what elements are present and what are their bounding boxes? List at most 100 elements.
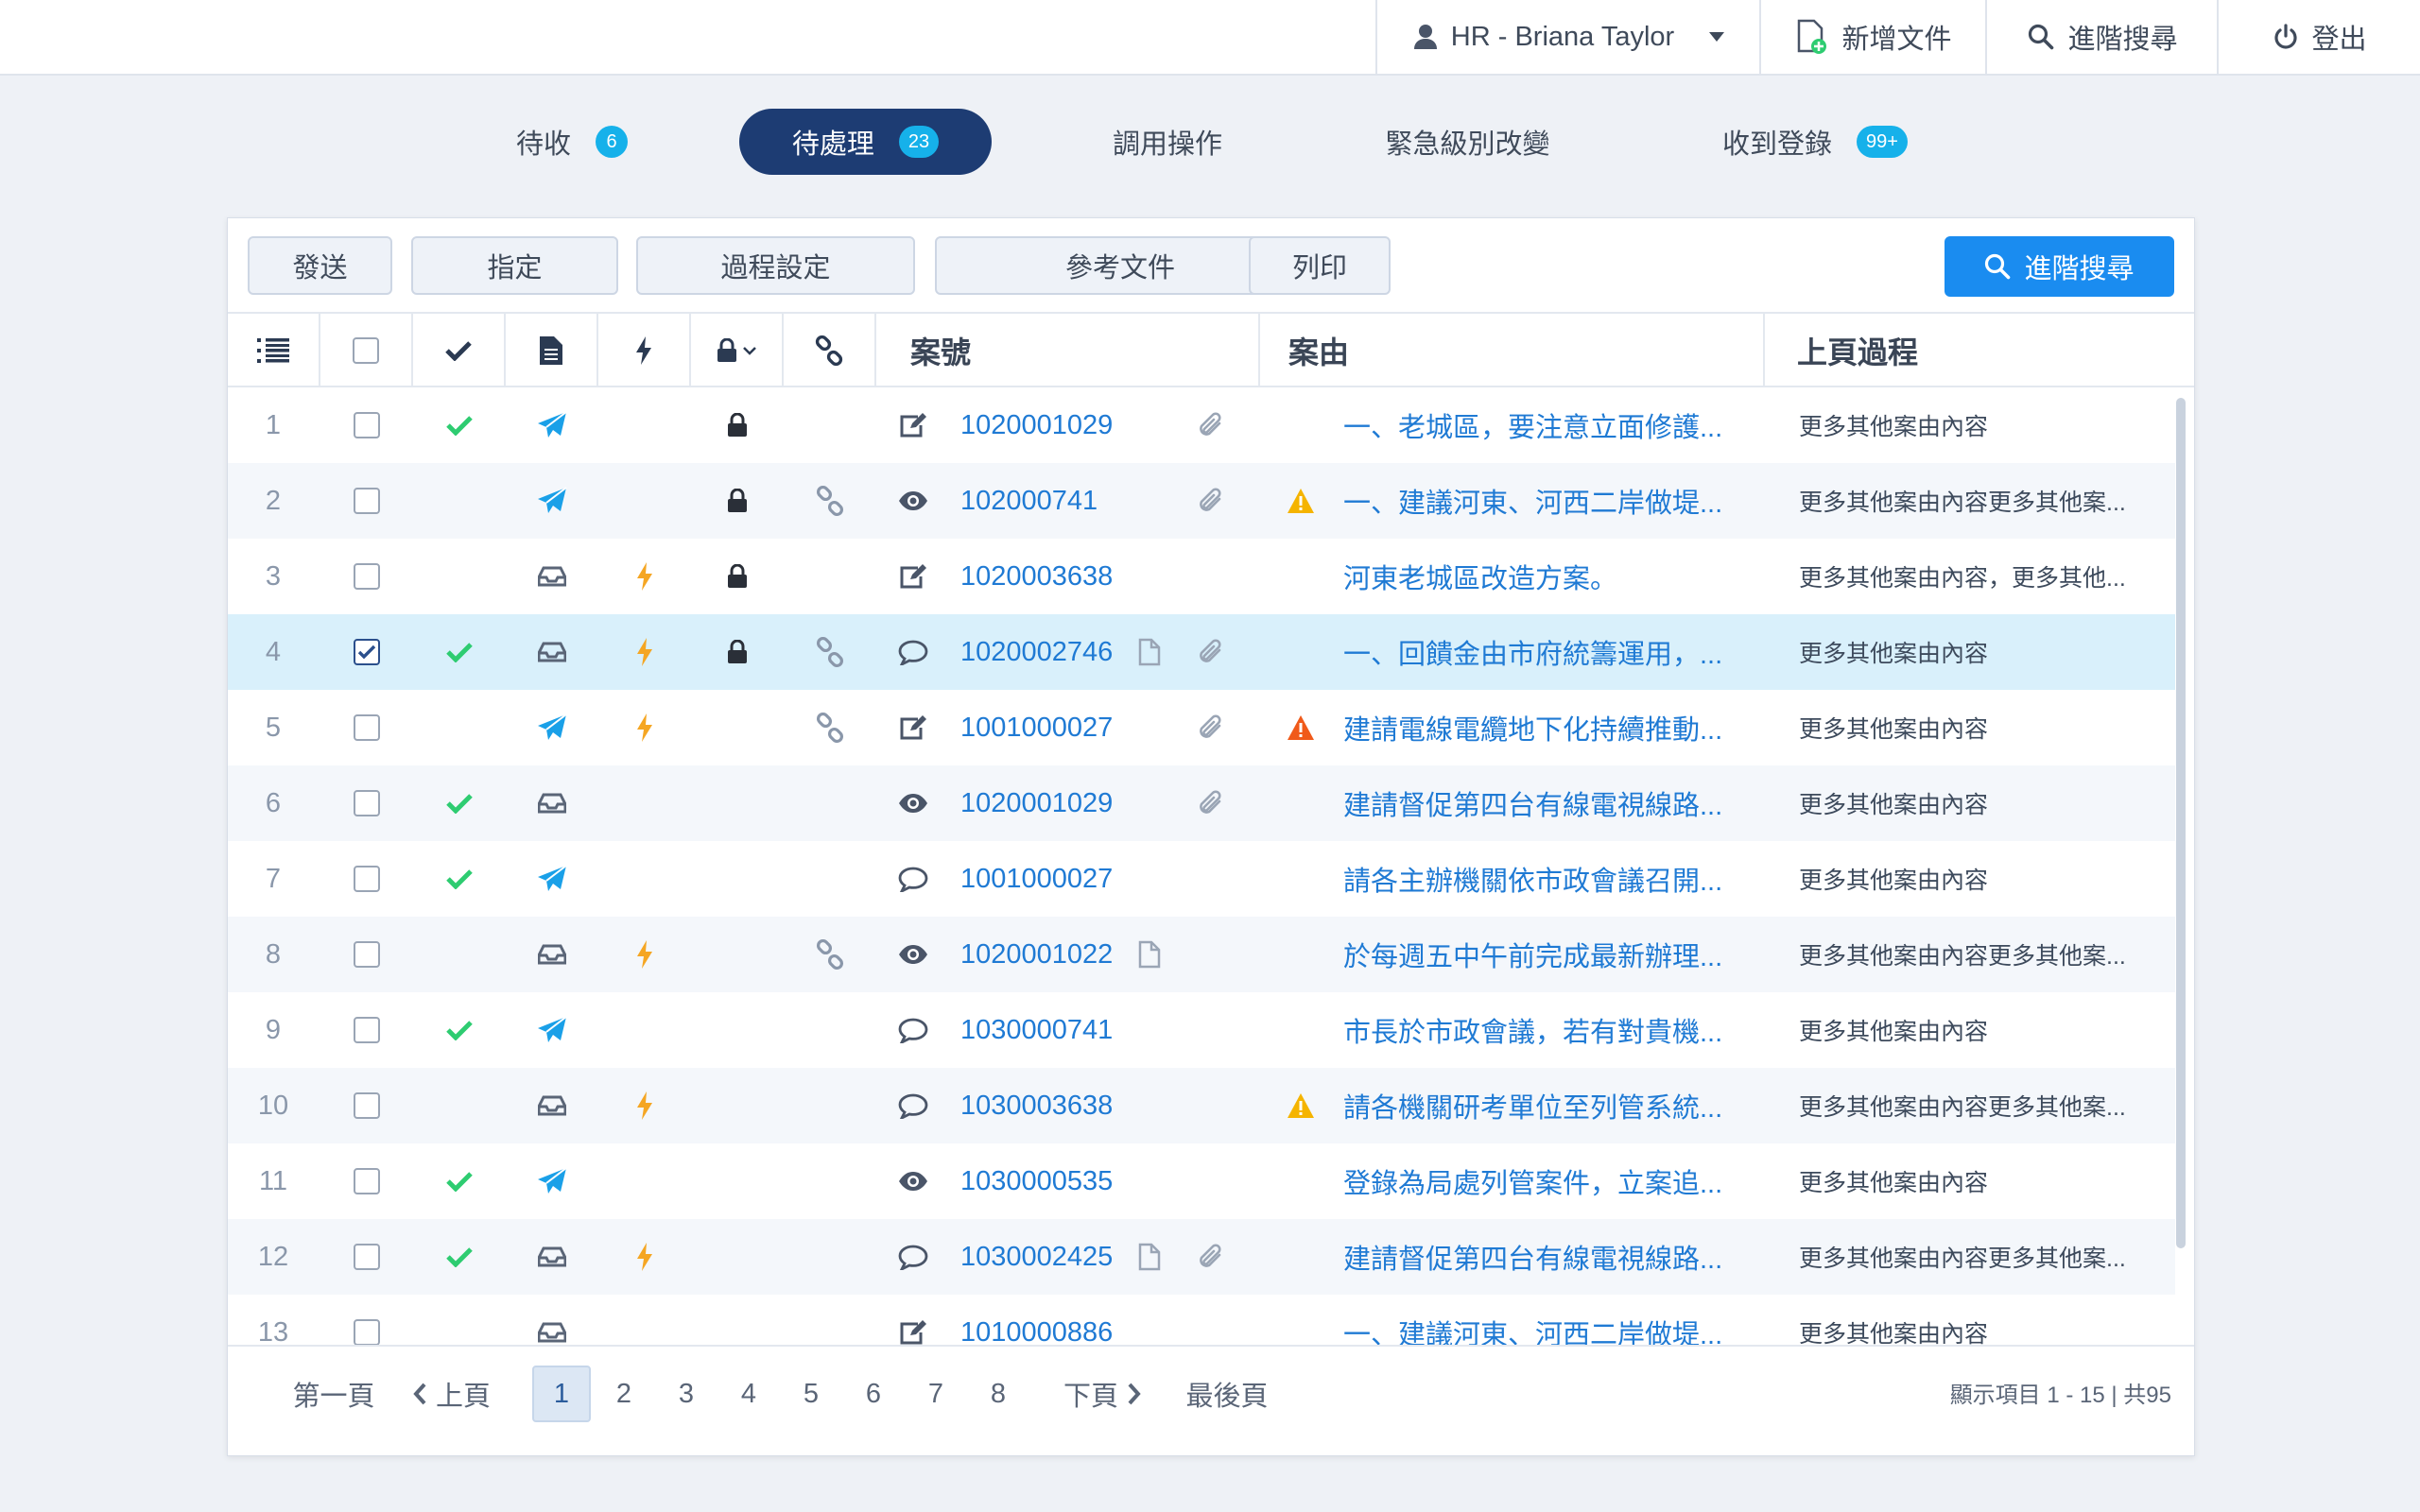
process-settings-button[interactable]: 過程設定 (636, 236, 915, 295)
tab-pending-receive[interactable]: 待收 6 (482, 109, 662, 175)
table-row[interactable]: 8 1020001022 於每週五中午前完成最新辦理... 更多其他案由內容更多其他案… (228, 917, 2175, 992)
link-column-header[interactable] (784, 314, 876, 387)
table-row[interactable]: 9 1030000741 市長於市政會議，若有對貴機... 更多其他案由內容 (228, 992, 2175, 1068)
top-advanced-search-button[interactable]: 進階搜尋 (1985, 0, 2219, 74)
case-number-link[interactable]: 1010000886 (960, 1317, 1113, 1346)
tab-urgency-change[interactable]: 緊急級別改變 (1361, 109, 1574, 175)
case-number-link[interactable]: 1020001022 (960, 939, 1113, 971)
column-menu[interactable] (228, 314, 320, 387)
reason-link[interactable]: 一、回饋金由市府統籌運用，... (1343, 632, 1722, 672)
file-icon (1138, 1243, 1161, 1271)
tab-retrieval-operations[interactable]: 調用操作 (1073, 109, 1262, 175)
row-checkbox[interactable] (354, 1168, 380, 1194)
case-number-link[interactable]: 1020001029 (960, 788, 1113, 819)
table-header: 案號 案由 上頁過程 (228, 312, 2194, 387)
page-number-button[interactable]: 5 (782, 1366, 840, 1422)
reason-link[interactable]: 市長於市政會議，若有對貴機... (1343, 1010, 1722, 1050)
list-ordered-icon (257, 338, 289, 363)
case-number-link[interactable]: 1030002425 (960, 1242, 1113, 1273)
prev-page-button[interactable]: 上頁 (400, 1366, 504, 1422)
table-row[interactable]: 5 1001000027 建請電線電纜地下化持續推動... 更多其他案由內容 (228, 690, 2175, 765)
page-number-button[interactable]: 8 (969, 1366, 1028, 1422)
row-number: 4 (265, 636, 282, 667)
table-row[interactable]: 13 1010000886 一、建議河東、河西二岸做堤... 更多其他案由內容 (228, 1295, 2175, 1345)
table-row[interactable]: 10 1030003638 請各機關研考單位至列管系統... 更多其他案由內容更多其他… (228, 1068, 2175, 1143)
lock-column-header[interactable] (691, 314, 784, 387)
row-checkbox[interactable] (354, 941, 380, 968)
reason-link[interactable]: 一、老城區，要注意立面修護... (1343, 405, 1722, 445)
previous-process-text: 更多其他案由內容更多其他案... (1799, 943, 2126, 970)
send-button[interactable]: 發送 (248, 236, 392, 295)
case-number-link[interactable]: 1001000027 (960, 713, 1113, 744)
assign-button[interactable]: 指定 (411, 236, 618, 295)
table-row[interactable]: 6 1020001029 建請督促第四台有線電視線路... 更多其他案由內容 (228, 765, 2175, 841)
case-number-link[interactable]: 1030000535 (960, 1166, 1113, 1197)
reason-link[interactable]: 請各主辦機關依市政會議召開... (1343, 859, 1722, 899)
row-checkbox[interactable] (354, 866, 380, 892)
comment-icon (898, 1245, 928, 1270)
case-number-link[interactable]: 1001000027 (960, 864, 1113, 895)
last-page-button[interactable]: 最後頁 (1183, 1366, 1271, 1422)
reason-link[interactable]: 河東老城區改造方案。 (1343, 557, 1617, 596)
table-row[interactable]: 3 1020003638 河東老城區改造方案。 更多其他案由內容，更多其他... (228, 539, 2175, 614)
case-number-link[interactable]: 1020002746 (960, 637, 1113, 668)
reason-link[interactable]: 請各機關研考單位至列管系統... (1343, 1086, 1722, 1125)
row-checkbox[interactable] (354, 1319, 380, 1345)
table-row[interactable]: 7 1001000027 請各主辦機關依市政會議召開... 更多其他案由內容 (228, 841, 2175, 917)
table-row[interactable]: 2 102000741 一、建議河東、河西二岸做堤... 更多其他案由內容更多其他案.… (228, 463, 2175, 539)
inbox-icon (538, 642, 566, 662)
tab-received-registration[interactable]: 收到登錄 99+ (1678, 109, 1952, 175)
table-row[interactable]: 1 1020001029 一、老城區，要注意立面修護... 更多其他案由內容 (228, 387, 2175, 463)
page-number-button[interactable]: 2 (595, 1366, 653, 1422)
row-checkbox[interactable] (354, 563, 380, 590)
check-icon (446, 794, 473, 814)
reason-link[interactable]: 登錄為局處列管案件，立案追... (1343, 1161, 1722, 1201)
page-number-button[interactable]: 7 (907, 1366, 965, 1422)
case-number-link[interactable]: 1020001029 (960, 410, 1113, 441)
row-checkbox[interactable] (354, 639, 380, 665)
logout-button[interactable]: 登出 (2217, 0, 2420, 74)
user-icon (1413, 25, 1437, 49)
page-number-button[interactable]: 4 (719, 1366, 778, 1422)
table-row[interactable]: 12 1030002425 建請督促第四台有線電視線路... 更多其他案由內容更多其他… (228, 1219, 2175, 1295)
case-number-link[interactable]: 102000741 (960, 486, 1098, 517)
paper-plane-icon (538, 411, 567, 438)
next-page-button[interactable]: 下頁 (1050, 1366, 1154, 1422)
row-checkbox[interactable] (354, 714, 380, 741)
advanced-search-button[interactable]: 進階搜尋 (1945, 236, 2174, 297)
tab-pending-process[interactable]: 待處理 23 (739, 109, 992, 175)
new-document-button[interactable]: 新增文件 (1759, 0, 1987, 74)
reason-link[interactable]: 一、建議河東、河西二岸做堤... (1343, 1313, 1722, 1345)
reason-link[interactable]: 建請電線電纜地下化持續推動... (1343, 708, 1722, 747)
page-number-button[interactable]: 3 (657, 1366, 716, 1422)
table-row[interactable]: 11 1030000535 登錄為局處列管案件，立案追... 更多其他案由內容 (228, 1143, 2175, 1219)
row-checkbox[interactable] (354, 1244, 380, 1270)
row-checkbox[interactable] (354, 1092, 380, 1119)
urgent-column-header[interactable] (598, 314, 691, 387)
select-all-checkbox[interactable] (353, 337, 379, 364)
row-checkbox[interactable] (354, 790, 380, 816)
row-checkbox[interactable] (354, 1017, 380, 1043)
paperclip-icon (1200, 790, 1221, 814)
user-menu[interactable]: HR - Briana Taylor (1375, 0, 1761, 74)
print-button[interactable]: 列印 (1249, 236, 1391, 295)
case-number-link[interactable]: 1030003638 (960, 1091, 1113, 1122)
vertical-scrollbar[interactable] (2176, 398, 2186, 1248)
done-column-header[interactable] (413, 314, 506, 387)
page-number-button[interactable]: 1 (532, 1366, 591, 1422)
row-checkbox[interactable] (354, 488, 380, 514)
reason-link[interactable]: 建請督促第四台有線電視線路... (1343, 783, 1722, 823)
reason-link[interactable]: 一、建議河東、河西二岸做堤... (1343, 481, 1722, 521)
first-page-button[interactable]: 第一頁 (289, 1366, 378, 1422)
inbox-icon (538, 944, 566, 965)
case-number-link[interactable]: 1030000741 (960, 1015, 1113, 1046)
page-number-button[interactable]: 6 (844, 1366, 903, 1422)
lock-icon (728, 489, 747, 512)
type-column-header[interactable] (506, 314, 598, 387)
reason-link[interactable]: 於每週五中午前完成最新辦理... (1343, 935, 1722, 974)
table-row[interactable]: 4 1020002746 一、回饋金由市府統籌運用，... 更多其他案由內容 (228, 614, 2175, 690)
reason-link[interactable]: 建請督促第四台有線電視線路... (1343, 1237, 1722, 1277)
warning-icon (1288, 1093, 1314, 1118)
row-checkbox[interactable] (354, 412, 380, 438)
case-number-link[interactable]: 1020003638 (960, 561, 1113, 593)
